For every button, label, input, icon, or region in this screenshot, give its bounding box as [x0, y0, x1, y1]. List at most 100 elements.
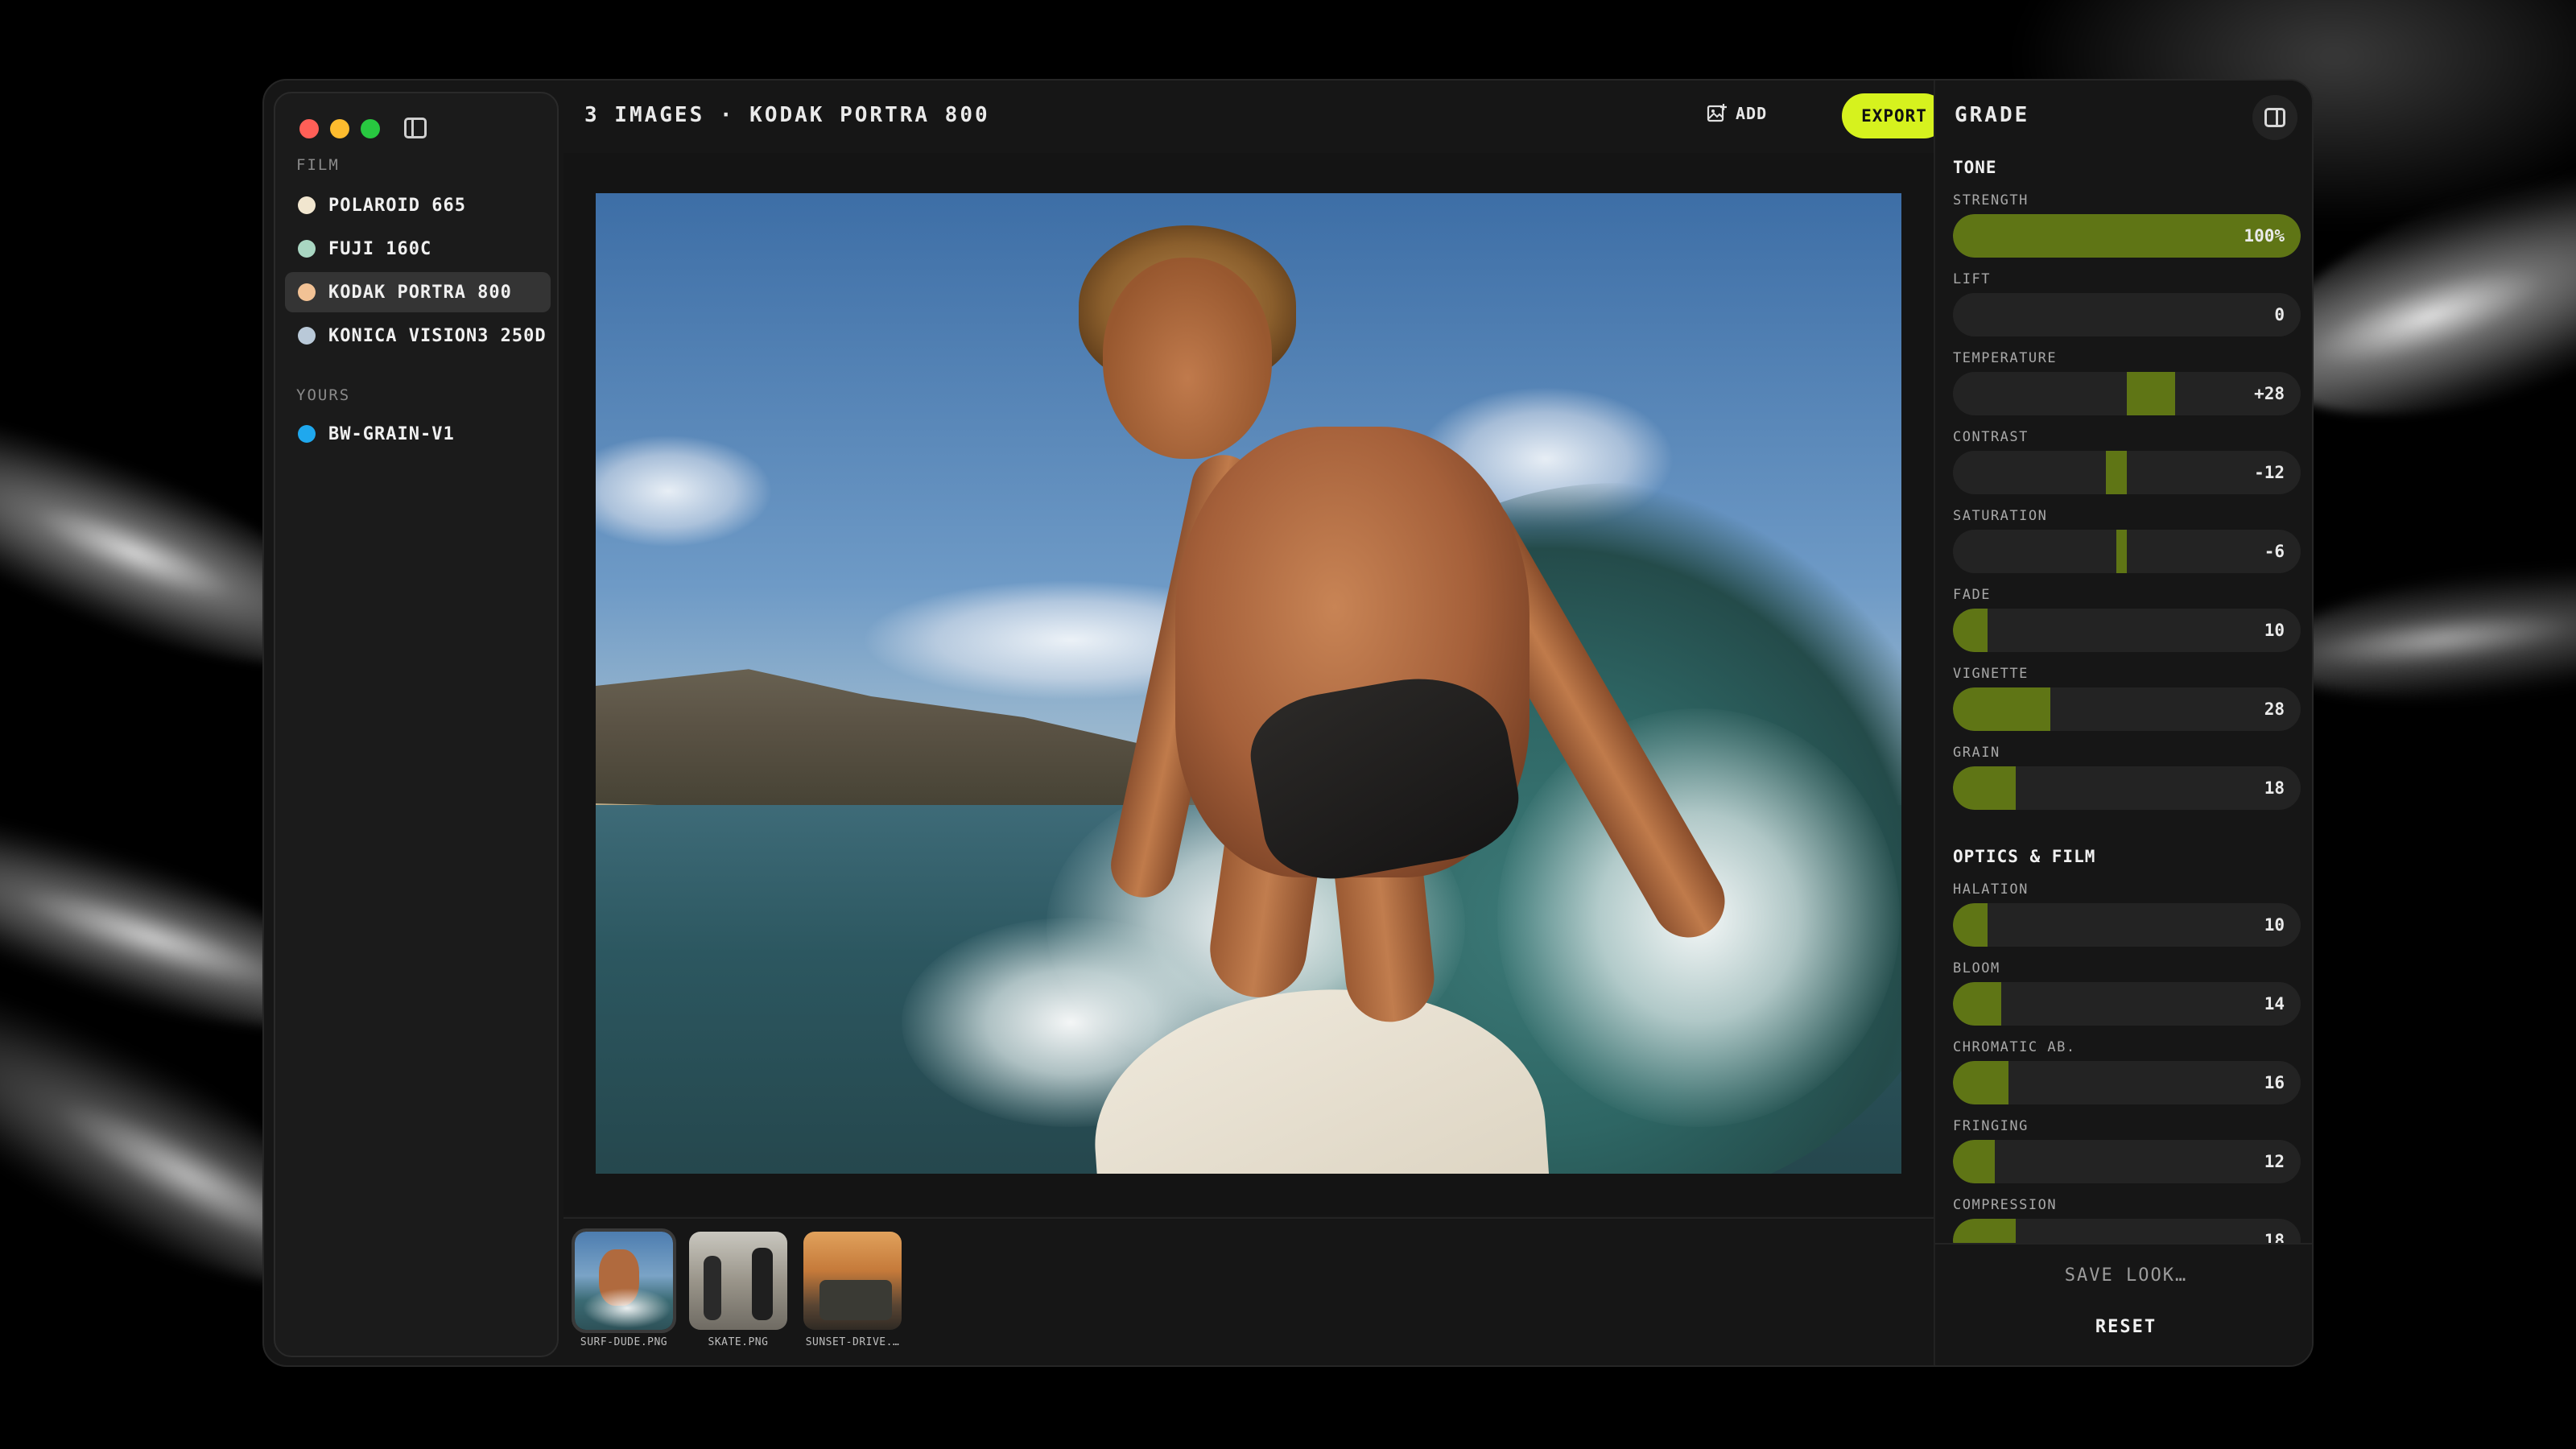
- film-list: POLAROID 665 FUJI 160C KODAK PORTRA 800 KON…: [285, 185, 551, 359]
- page-title: 3 IMAGES · KODAK PORTRA 800: [584, 103, 990, 127]
- panel-footer: SAVE LOOK… RESET: [1935, 1243, 2312, 1365]
- slider-track[interactable]: +28: [1953, 372, 2301, 415]
- slider-control: BLOOM 14: [1953, 958, 2301, 1037]
- grade-controls: TONE STRENGTH 100% LIFT 0 TEMPERATURE +28 CONTR…: [1953, 158, 2301, 1322]
- slider-label: SATURATION: [1953, 508, 2048, 524]
- slider-track[interactable]: 16: [1953, 1061, 2301, 1104]
- slider-label: GRAIN: [1953, 745, 2000, 761]
- preview-image: [596, 193, 1901, 1174]
- reset-button[interactable]: RESET: [1935, 1317, 2312, 1337]
- slider-label: CONTRAST: [1953, 429, 2029, 445]
- filmstrip: SURF-DUDE.PNG SKATE.PNG SUNSET-DRIVE.…: [564, 1217, 1934, 1365]
- thumbnail[interactable]: SURF-DUDE.PNG: [572, 1228, 676, 1348]
- film-color-dot: [298, 327, 316, 345]
- thumbnail-image: [803, 1232, 902, 1330]
- preview-canvas[interactable]: [564, 153, 1934, 1216]
- slider-fill: [1953, 1061, 2009, 1104]
- slider-track[interactable]: 18: [1953, 766, 2301, 810]
- zoom-window-button[interactable]: [361, 119, 380, 138]
- slider-control: HALATION 10: [1953, 879, 2301, 958]
- minimize-window-button[interactable]: [330, 119, 349, 138]
- close-window-button[interactable]: [299, 119, 319, 138]
- yours-list: BW-GRAIN-V1: [285, 414, 551, 457]
- slider-track[interactable]: -6: [1953, 530, 2301, 573]
- slider-track[interactable]: 100%: [1953, 214, 2301, 258]
- film-color-dot: [298, 240, 316, 258]
- slider-label: HALATION: [1953, 881, 2029, 898]
- slider-track[interactable]: 10: [1953, 903, 2301, 947]
- control-group-title: OPTICS & FILM: [1953, 847, 2096, 866]
- slider-value: 100%: [2244, 226, 2285, 246]
- slider-value: +28: [2254, 384, 2285, 403]
- film-color-dot: [298, 196, 316, 214]
- slider-label: FRINGING: [1953, 1118, 2029, 1134]
- slider-label: STRENGTH: [1953, 192, 2029, 208]
- slider-fill: [2127, 372, 2176, 415]
- yours-section-label: YOURS: [296, 386, 351, 404]
- film-item-label: POLAROID 665: [328, 195, 466, 216]
- slider-control: FRINGING 12: [1953, 1116, 2301, 1195]
- film-item-label: FUJI 160C: [328, 238, 432, 259]
- slider-value: 10: [2264, 915, 2285, 935]
- slider-fill: [2116, 530, 2127, 573]
- grade-panel: GRADE TONE STRENGTH 100% LIFT 0 TEMPERATURE +2…: [1934, 80, 2312, 1365]
- slider-label: VIGNETTE: [1953, 666, 2029, 682]
- slider-fill: [1953, 609, 1988, 652]
- panel-toggle-button[interactable]: [2252, 95, 2297, 140]
- film-item[interactable]: BW-GRAIN-V1: [285, 414, 551, 454]
- film-color-dot: [298, 283, 316, 301]
- slider-control: CHROMATIC AB. 16: [1953, 1037, 2301, 1116]
- slider-control: FADE 10: [1953, 584, 2301, 663]
- slider-value: 0: [2274, 305, 2285, 324]
- slider-control: STRENGTH 100%: [1953, 190, 2301, 269]
- slider-track[interactable]: 0: [1953, 293, 2301, 336]
- slider-track[interactable]: 28: [1953, 687, 2301, 731]
- thumbnail[interactable]: SKATE.PNG: [689, 1232, 787, 1348]
- slider-control: CONTRAST -12: [1953, 427, 2301, 506]
- slider-label: LIFT: [1953, 271, 1991, 287]
- slider-label: FADE: [1953, 587, 1991, 603]
- slider-fill: [1953, 1140, 1995, 1183]
- slider-value: 28: [2264, 700, 2285, 719]
- slider-control: GRAIN 18: [1953, 742, 2301, 821]
- slider-fill: [1953, 766, 2016, 810]
- slider-label: TEMPERATURE: [1953, 350, 2058, 366]
- slider-fill: [2106, 451, 2127, 494]
- film-item-label: KODAK PORTRA 800: [328, 282, 512, 303]
- slider-track[interactable]: -12: [1953, 451, 2301, 494]
- window-controls: [299, 119, 380, 138]
- slider-control: SATURATION -6: [1953, 506, 2301, 584]
- thumbnail[interactable]: SUNSET-DRIVE.…: [803, 1232, 902, 1348]
- slider-value: 18: [2264, 778, 2285, 798]
- film-item[interactable]: KONICA VISION3 250D: [285, 316, 551, 356]
- film-item[interactable]: FUJI 160C: [285, 229, 551, 269]
- slider-label: COMPRESSION: [1953, 1197, 2058, 1213]
- slider-label: BLOOM: [1953, 960, 2000, 976]
- film-item-label: KONICA VISION3 250D: [328, 325, 547, 346]
- export-button[interactable]: EXPORT: [1842, 93, 1946, 138]
- slider-fill: [1953, 982, 2002, 1026]
- film-color-dot: [298, 425, 316, 443]
- top-bar: 3 IMAGES · KODAK PORTRA 800 ADD EXPORT: [570, 80, 1946, 153]
- slider-track[interactable]: 14: [1953, 982, 2301, 1026]
- slider-control: TEMPERATURE +28: [1953, 348, 2301, 427]
- thumbnail-image: [689, 1232, 787, 1330]
- slider-value: 14: [2264, 994, 2285, 1013]
- thumbnail-label: SUNSET-DRIVE.…: [805, 1336, 900, 1348]
- thumbnail-label: SKATE.PNG: [708, 1336, 769, 1348]
- film-item-label: BW-GRAIN-V1: [328, 423, 455, 444]
- slider-value: -6: [2264, 542, 2285, 561]
- thumbnail-label: SURF-DUDE.PNG: [580, 1336, 668, 1348]
- save-look-button[interactable]: SAVE LOOK…: [1935, 1265, 2312, 1286]
- sidebar-toggle-icon[interactable]: [404, 118, 427, 138]
- slider-control: LIFT 0: [1953, 269, 2301, 348]
- thumbnail-image: [572, 1228, 676, 1333]
- control-group-title: TONE: [1953, 158, 1997, 177]
- slider-track[interactable]: 10: [1953, 609, 2301, 652]
- slider-control: VIGNETTE 28: [1953, 663, 2301, 742]
- slider-track[interactable]: 12: [1953, 1140, 2301, 1183]
- film-item[interactable]: KODAK PORTRA 800: [285, 272, 551, 312]
- slider-value: 16: [2264, 1073, 2285, 1092]
- film-item[interactable]: POLAROID 665: [285, 185, 551, 225]
- add-images-button[interactable]: ADD: [1707, 103, 1767, 124]
